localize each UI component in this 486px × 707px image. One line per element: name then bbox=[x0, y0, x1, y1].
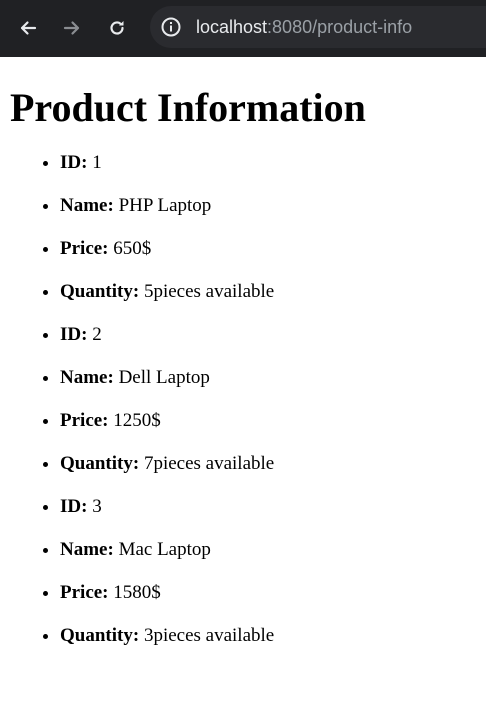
product-id: 1 bbox=[92, 152, 102, 173]
browser-toolbar: localhost:8080/product-info bbox=[0, 0, 486, 57]
product-list: ID: 1 Name: PHP Laptop Price: 650$ Quant… bbox=[0, 152, 486, 668]
list-item-id: ID: 2 bbox=[60, 324, 486, 346]
site-info-button[interactable] bbox=[158, 14, 184, 40]
product-quantity: 7pieces available bbox=[143, 453, 275, 474]
list-item-quantity: Quantity: 7pieces available bbox=[60, 453, 486, 475]
list-item-quantity: Quantity: 5pieces available bbox=[60, 281, 486, 303]
id-label: ID: bbox=[60, 324, 88, 345]
price-label: Price: bbox=[60, 582, 109, 603]
quantity-label: Quantity: bbox=[60, 281, 140, 302]
price-label: Price: bbox=[60, 410, 109, 431]
list-item-name: Name: Mac Laptop bbox=[60, 539, 486, 561]
site-info-icon bbox=[161, 17, 181, 37]
url-path: :8080/product-info bbox=[267, 17, 413, 37]
back-arrow-icon bbox=[20, 21, 37, 35]
price-label: Price: bbox=[60, 238, 109, 259]
quantity-label: Quantity: bbox=[60, 453, 140, 474]
product-name: PHP Laptop bbox=[118, 195, 212, 216]
forward-arrow-icon bbox=[63, 21, 80, 35]
address-bar[interactable]: localhost:8080/product-info bbox=[150, 6, 486, 48]
forward-button[interactable] bbox=[56, 12, 88, 44]
list-item-id: ID: 1 bbox=[60, 152, 486, 174]
page-title: Product Information bbox=[10, 85, 366, 130]
list-item-id: ID: 3 bbox=[60, 496, 486, 518]
product-price: 650$ bbox=[113, 238, 152, 259]
reload-button[interactable] bbox=[101, 12, 133, 44]
list-item-name: Name: Dell Laptop bbox=[60, 367, 486, 389]
product-price: 1580$ bbox=[113, 582, 161, 603]
reload-icon bbox=[110, 21, 124, 35]
product-id: 3 bbox=[92, 496, 102, 517]
product-name: Mac Laptop bbox=[118, 539, 211, 560]
id-label: ID: bbox=[60, 152, 88, 173]
url-text[interactable]: localhost:8080/product-info bbox=[196, 16, 412, 38]
list-item-quantity: Quantity: 3pieces available bbox=[60, 625, 486, 647]
product-quantity: 5pieces available bbox=[143, 281, 275, 302]
name-label: Name: bbox=[60, 367, 114, 388]
list-item-price: Price: 650$ bbox=[60, 238, 486, 260]
list-item-name: Name: PHP Laptop bbox=[60, 195, 486, 217]
url-host: localhost bbox=[196, 17, 268, 37]
quantity-label: Quantity: bbox=[60, 625, 140, 646]
list-item-price: Price: 1580$ bbox=[60, 582, 486, 604]
name-label: Name: bbox=[60, 539, 114, 560]
product-id: 2 bbox=[92, 324, 102, 345]
back-button[interactable] bbox=[12, 12, 44, 44]
name-label: Name: bbox=[60, 195, 114, 216]
id-label: ID: bbox=[60, 496, 88, 517]
product-name: Dell Laptop bbox=[118, 367, 210, 388]
product-price: 1250$ bbox=[113, 410, 161, 431]
product-quantity: 3pieces available bbox=[143, 625, 275, 646]
list-item-price: Price: 1250$ bbox=[60, 410, 486, 432]
